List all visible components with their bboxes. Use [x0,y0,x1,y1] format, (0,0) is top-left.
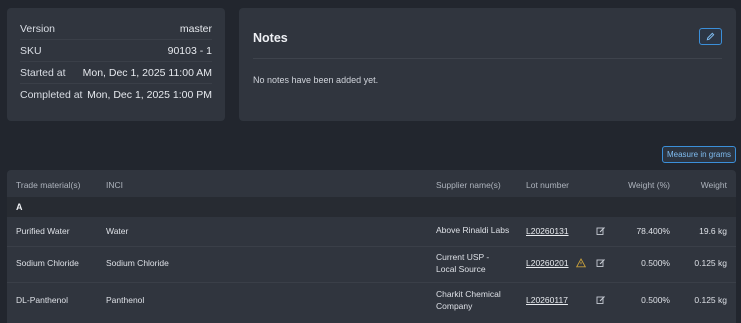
weight-percent: 0.500% [641,258,670,268]
info-value: 90103 - 1 [167,44,212,57]
trade-material: DL-Panthenol [16,295,68,305]
notes-empty-state: No notes have been added yet. [253,75,379,85]
info-label: SKU [20,44,42,57]
header-inci[interactable]: INCI [106,180,123,190]
notes-card: Notes No notes have been added yet. [239,8,736,121]
lot-number-link[interactable]: L20260201 [526,258,569,268]
info-row-completed: Completed at Mon, Dec 1, 2025 1:00 PM [20,84,212,106]
notes-title: Notes [253,31,288,45]
measure-in-grams-button[interactable]: Measure in grams [662,146,736,163]
notes-divider [253,58,722,59]
edit-lot-icon[interactable] [596,258,606,268]
info-row-started: Started at Mon, Dec 1, 2025 11:00 AM [20,62,212,84]
trade-material: Sodium Chloride [16,258,79,268]
info-label: Version [20,22,56,35]
table-row: Purified Water Water Above Rinaldi Labs … [7,217,736,247]
supplier-name: Charkit Chemical Company [436,289,501,311]
header-lot-number[interactable]: Lot number [526,180,569,190]
edit-notes-button[interactable] [699,28,722,45]
info-value: Mon, Dec 1, 2025 1:00 PM [87,89,212,101]
info-value: master [179,22,212,35]
batch-info-card: Version master SKU 90103 - 1 Started at … [7,8,225,121]
info-row-version: Version master [20,18,212,40]
info-label: Completed at [20,89,83,101]
weight-value: 19.6 kg [699,226,727,236]
supplier-name: Current USP - Local Source [436,252,490,274]
table-header: Trade material(s) INCI Supplier name(s) … [7,170,736,196]
info-value: Mon, Dec 1, 2025 11:00 AM [82,66,212,79]
weight-value: 0.125 kg [694,258,727,268]
inci-name: Water [106,226,129,236]
pencil-icon [706,32,715,41]
header-weight-percent[interactable]: Weight (%) [628,180,670,190]
group-row: A [7,197,736,217]
table-row: Sodium Chloride Sodium Chloride Current … [7,247,736,283]
table-row: DL-Panthenol Panthenol Charkit Chemical … [7,283,736,323]
info-row-sku: SKU 90103 - 1 [20,40,212,62]
weight-percent: 78.400% [636,226,670,236]
warning-icon [576,258,586,268]
edit-lot-icon[interactable] [596,295,606,305]
formula-table: Trade material(s) INCI Supplier name(s) … [7,170,736,323]
inci-name: Panthenol [106,295,145,305]
info-label: Started at [20,66,66,79]
supplier-name: Above Rinaldi Labs [436,225,510,235]
trade-material: Purified Water [16,226,70,236]
header-supplier[interactable]: Supplier name(s) [436,180,501,190]
edit-lot-icon[interactable] [596,226,606,236]
lot-number-link[interactable]: L20260117 [526,295,568,305]
lot-number-link[interactable]: L20260131 [526,226,569,236]
weight-value: 0.125 kg [694,295,727,305]
weight-percent: 0.500% [641,295,670,305]
header-trade-material[interactable]: Trade material(s) [16,180,80,190]
group-label: A [16,202,23,212]
inci-name: Sodium Chloride [106,258,169,268]
header-weight[interactable]: Weight [701,180,727,190]
